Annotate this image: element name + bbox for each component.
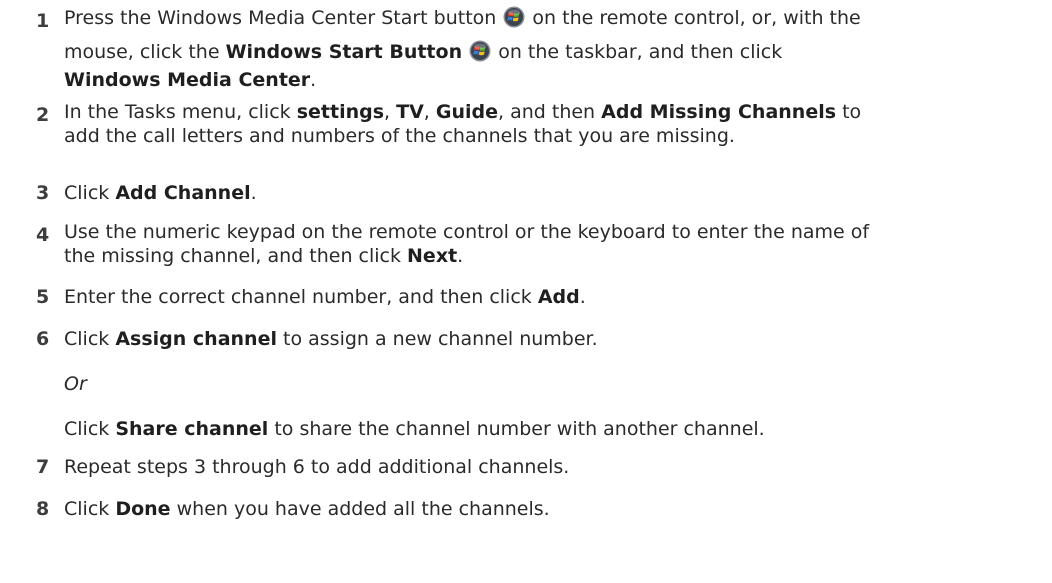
windows-start-orb-icon [469,40,491,62]
step-text: Repeat steps 3 through 6 to add addition… [64,456,570,478]
add-missing-channels-label: Add Missing Channels [601,101,837,123]
windows-media-center-label: Windows Media Center [64,69,311,91]
step-5: 5 Enter the correct channel number, and … [36,282,1046,324]
step-number: 2 [36,104,50,126]
guide-label: Guide [435,101,499,123]
step-1: 1 Press the Windows Media Center Start b… [36,6,1046,100]
step-number: 4 [36,224,50,246]
step-text: Click Add Channel. [64,182,257,204]
add-label: Add [537,286,580,308]
step-text: Enter the correct channel number, and th… [64,286,586,308]
step-text: Press the Windows Media Center Start but… [64,6,861,91]
add-channel-label: Add Channel [115,182,251,204]
step-list: 1 Press the Windows Media Center Start b… [36,6,1046,525]
step-8: 8 Click Done when you have added all the… [36,494,1046,525]
share-channel-label: Share channel [115,418,269,440]
step-number: 6 [36,328,50,350]
step-number: 1 [36,10,50,32]
step-4: 4 Use the numeric keypad on the remote c… [36,220,1046,282]
instructions-page: 1 Press the Windows Media Center Start b… [0,0,1052,583]
tv-label: TV [396,101,424,123]
step-text: Use the numeric keypad on the remote con… [64,221,870,267]
step-number: 3 [36,182,50,204]
step-3: 3 Click Add Channel. [36,178,1046,220]
step-2: 2 In the Tasks menu, click settings, TV,… [36,100,1046,178]
step-6: 6 Click Assign channel to assign a new c… [36,324,1046,452]
step-text: Click Done when you have added all the c… [64,498,550,520]
windows-start-button-label: Windows Start Button [225,41,463,63]
step-number: 5 [36,286,50,308]
step-number: 7 [36,456,50,478]
step-text: Click Assign channel to assign a new cha… [64,324,1046,445]
next-label: Next [407,245,458,267]
or-separator: Or [64,373,87,395]
step-text: In the Tasks menu, click settings, TV, G… [64,101,862,147]
done-label: Done [115,498,171,520]
assign-channel-label: Assign channel [115,328,277,350]
step-number: 8 [36,498,50,520]
step-7: 7 Repeat steps 3 through 6 to add additi… [36,452,1046,494]
windows-start-orb-icon [503,6,525,28]
settings-label: settings [296,101,385,123]
